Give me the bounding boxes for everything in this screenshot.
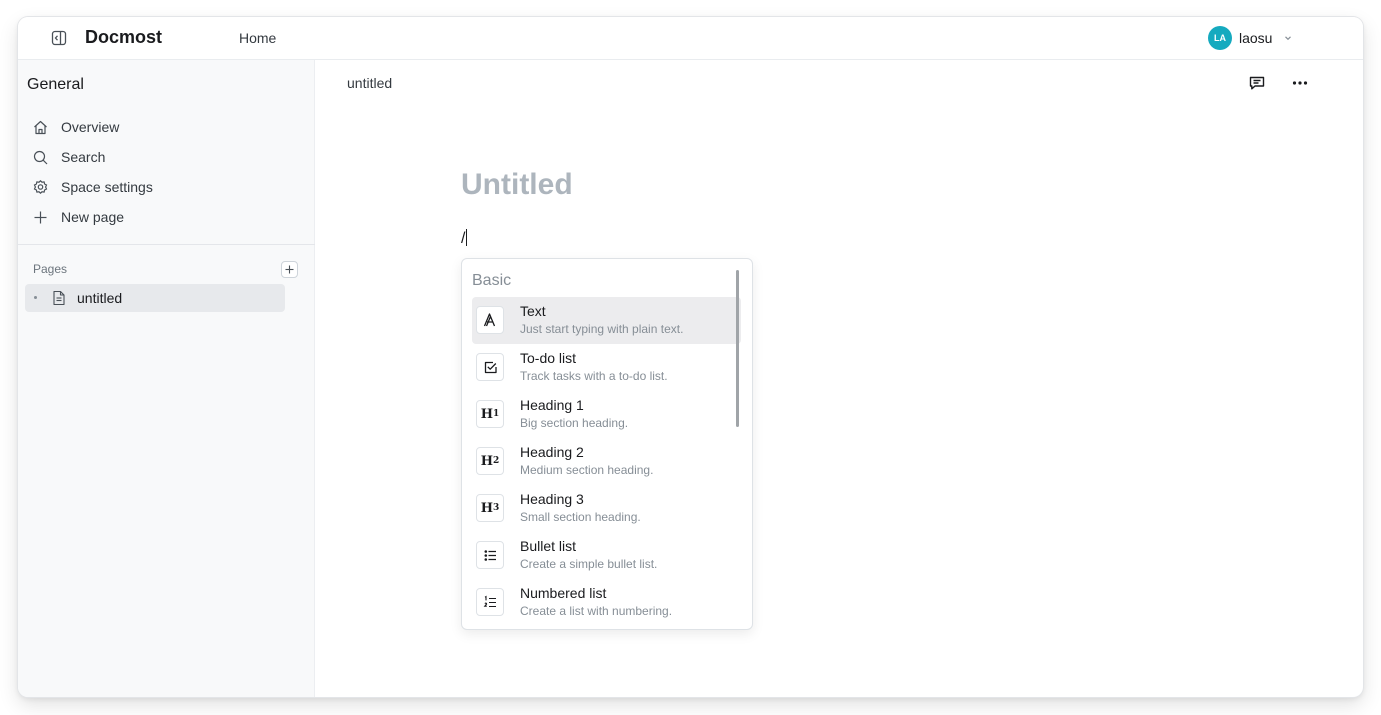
sidebar: General Overview Search Space settings N…: [18, 60, 315, 697]
chevron-down-icon: [1282, 32, 1294, 44]
menu-item-title: Heading 3: [520, 491, 584, 507]
page-title[interactable]: Untitled: [461, 168, 573, 202]
menu-item-description: Track tasks with a to-do list.: [520, 369, 668, 383]
top-header: Docmost Home LA laosu: [18, 17, 1363, 60]
more-options-button[interactable]: [1290, 73, 1310, 93]
menu-list: Text Just start typing with plain text. …: [472, 297, 741, 626]
sidebar-item-label: Search: [61, 149, 106, 165]
page-tree-item-untitled[interactable]: untitled: [25, 284, 285, 312]
menu-scrollbar[interactable]: [736, 270, 739, 427]
sidebar-item-label: New page: [61, 209, 125, 225]
tree-bullet-icon: [34, 296, 37, 299]
user-menu[interactable]: LA laosu: [1208, 26, 1294, 50]
breadcrumb[interactable]: untitled: [347, 75, 392, 91]
editor-line[interactable]: /: [461, 229, 468, 248]
editor-text: /: [461, 230, 466, 247]
more-horizontal-icon: [1292, 81, 1308, 85]
numbered-list-icon: [476, 588, 504, 616]
bullet-list-icon: [476, 541, 504, 569]
sidebar-item-overview[interactable]: Overview: [27, 112, 307, 142]
menu-item-bullet-list[interactable]: Bullet list Create a simple bullet list.: [472, 532, 741, 579]
sidebar-toggle-button[interactable]: [50, 29, 68, 47]
menu-item-description: Big section heading.: [520, 416, 629, 430]
search-icon: [33, 150, 48, 164]
app-window: Docmost Home LA laosu General Overview S…: [18, 17, 1363, 697]
sidebar-nav: Overview Search Space settings New page: [27, 112, 307, 232]
heading-2-icon: H2: [476, 447, 504, 475]
menu-item-numbered-list[interactable]: Numbered list Create a list with numberi…: [472, 579, 741, 626]
comment-icon: [1249, 76, 1265, 90]
sidebar-divider: [18, 244, 315, 245]
menu-item-title: To-do list: [520, 350, 577, 366]
sidebar-item-label: Overview: [61, 119, 120, 135]
comments-button[interactable]: [1247, 73, 1267, 93]
text-icon: [476, 306, 504, 334]
menu-item-title: Text: [520, 303, 546, 319]
menu-item-title: Heading 1: [520, 397, 584, 413]
menu-item-description: Just start typing with plain text.: [520, 322, 684, 336]
add-page-button[interactable]: [281, 261, 298, 278]
home-icon: [34, 120, 47, 134]
sidebar-item-new-page[interactable]: New page: [27, 202, 307, 232]
user-name: laosu: [1239, 30, 1273, 46]
menu-item-title: Bullet list: [520, 538, 577, 554]
pages-section-label: Pages: [33, 262, 68, 276]
menu-item-heading-3[interactable]: H3 Heading 3 Small section heading.: [472, 485, 741, 532]
menu-item-title: Numbered list: [520, 585, 607, 601]
menu-item-description: Medium section heading.: [520, 463, 654, 477]
menu-item-description: Small section heading.: [520, 510, 641, 524]
settings-icon: [33, 179, 48, 194]
plus-icon: [285, 265, 294, 274]
heading-1-icon: H1: [476, 400, 504, 428]
menu-item-description: Create a list with numbering.: [520, 604, 673, 618]
space-title: General: [27, 76, 84, 93]
menu-item-text[interactable]: Text Just start typing with plain text.: [472, 297, 741, 344]
sidebar-item-label: Space settings: [61, 179, 153, 195]
plus-icon: [34, 211, 47, 223]
slash-command-menu: Basic Text Just start typing with plain …: [461, 258, 753, 630]
menu-item-heading-2[interactable]: H2 Heading 2 Medium section heading.: [472, 438, 741, 485]
menu-item-heading-1[interactable]: H1 Heading 1 Big section heading.: [472, 391, 741, 438]
menu-item-todo-list[interactable]: To-do list Track tasks with a to-do list…: [472, 344, 741, 391]
sidebar-item-space-settings[interactable]: Space settings: [27, 172, 307, 202]
home-link[interactable]: Home: [239, 30, 276, 46]
text-caret: [466, 229, 468, 246]
checkbox-icon: [476, 353, 504, 381]
sidebar-toggle-icon: [51, 30, 67, 46]
avatar: LA: [1208, 26, 1232, 50]
app-brand[interactable]: Docmost: [85, 27, 162, 48]
sidebar-item-search[interactable]: Search: [27, 142, 307, 172]
menu-item-description: Create a simple bullet list.: [520, 557, 658, 571]
file-icon: [53, 290, 65, 306]
heading-3-icon: H3: [476, 494, 504, 522]
menu-item-title: Heading 2: [520, 444, 584, 460]
page-tree-label: untitled: [77, 290, 123, 306]
menu-group-label: Basic: [472, 272, 512, 289]
